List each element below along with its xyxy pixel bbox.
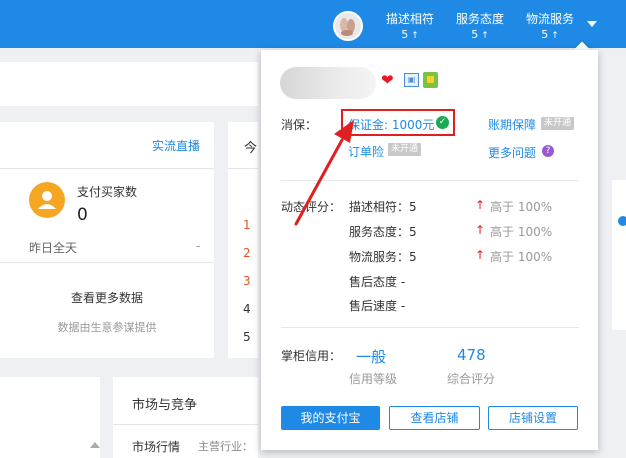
dynamic-rating-label: 动态评分： <box>281 200 342 214</box>
consumer-protection-label: 消保： <box>281 118 318 132</box>
divider <box>281 180 579 181</box>
buyer-user-icon <box>29 182 65 218</box>
dynamic-rating-service: 服务态度：5 <box>349 225 417 239</box>
rank-number: 3 <box>243 274 251 288</box>
left-bottom-card <box>0 377 100 458</box>
up-arrow-icon: ↑ <box>475 223 486 237</box>
divider <box>228 168 258 169</box>
blurred-shop-name <box>280 67 376 99</box>
rating-service[interactable]: 服务态度 5 ↑ <box>455 11 505 44</box>
market-title: 市场与竞争 <box>132 398 198 413</box>
divider <box>0 262 214 263</box>
not-opened-badge: 未开通 <box>541 117 575 130</box>
deposit-link[interactable]: 保证金: 1000元 <box>348 116 434 133</box>
view-more-data-link[interactable]: 查看更多数据 <box>0 289 214 306</box>
side-indicator-icon <box>618 216 626 226</box>
up-arrow-icon: ↑ <box>551 31 559 41</box>
after-sale-attitude: 售后态度 - <box>349 275 406 289</box>
dynamic-rating-logistics: 物流服务：5 <box>349 250 417 264</box>
divider <box>281 327 579 328</box>
divider <box>113 424 258 425</box>
rating-value: 5 <box>471 28 479 41</box>
my-alipay-button[interactable]: 我的支付宝 <box>281 406 380 430</box>
compare-text: 高于 100% <box>490 225 553 239</box>
divider <box>0 168 214 169</box>
compare-text: 高于 100% <box>490 200 553 214</box>
dynamic-rating-description: 描述相符：5 <box>349 200 417 214</box>
after-sale-speed: 售后速度 - <box>349 299 406 313</box>
not-opened-badge: 未开通 <box>388 143 422 156</box>
rank-number: 2 <box>243 246 251 260</box>
id-verified-icon: ▣ <box>404 73 419 87</box>
buyer-count-title: 支付买家数 <box>77 185 138 199</box>
overall-score-value[interactable]: 478 <box>457 346 486 364</box>
rating-value: 5 <box>541 28 549 41</box>
up-arrow-icon: ↑ <box>475 198 486 212</box>
market-trend-label: 市场行情 <box>132 440 181 454</box>
rating-label: 服务态度 <box>455 12 504 26</box>
credit-level-label: 信用等级 <box>349 372 398 386</box>
shop-avatar[interactable] <box>333 11 363 41</box>
account-guarantee-link[interactable]: 账期保障 <box>488 116 536 133</box>
live-link[interactable]: 实流直播 <box>152 137 200 154</box>
rating-logistics[interactable]: 物流服务 5 ↑ <box>525 11 575 44</box>
rank-number: 4 <box>243 302 251 316</box>
more-questions-link[interactable]: 更多问题 <box>488 144 536 161</box>
ranking-card <box>228 122 258 358</box>
credit-level-value[interactable]: 一般 <box>356 346 386 367</box>
search-strip <box>0 62 258 106</box>
view-shop-button[interactable]: 查看店铺 <box>389 406 480 430</box>
heart-icon: ❤ <box>381 71 394 89</box>
avatar-image-icon <box>340 18 355 36</box>
empty-value: - <box>196 239 201 253</box>
yesterday-label: 昨日全天 <box>29 241 78 255</box>
rating-value: 5 <box>401 28 409 41</box>
rank-number: 5 <box>243 330 251 344</box>
rank-number: 1 <box>243 218 251 232</box>
rating-description[interactable]: 描述相符 5 ↑ <box>385 11 435 44</box>
main-industry-label: 主营行业： <box>198 440 253 453</box>
data-source-note: 数据由生意参谋提供 <box>57 321 157 334</box>
scroll-up-icon[interactable] <box>90 442 100 448</box>
check-icon: ✓ <box>436 116 449 129</box>
today-heading: 今 <box>244 141 258 156</box>
right-side-card <box>612 180 626 330</box>
seller-credit-label: 掌柜信用： <box>281 349 342 363</box>
rating-label: 描述相符 <box>385 12 434 26</box>
dropdown-caret-icon[interactable] <box>587 21 597 27</box>
question-icon[interactable]: ? <box>542 145 554 157</box>
buyer-count-value: 0 <box>77 205 88 225</box>
shop-badge-icon <box>423 72 438 88</box>
top-bar: 描述相符 5 ↑ 服务态度 5 ↑ 物流服务 5 ↑ <box>0 0 626 48</box>
up-arrow-icon: ↑ <box>411 31 419 41</box>
up-arrow-icon: ↑ <box>475 248 486 262</box>
order-insurance-link[interactable]: 订单险 <box>348 143 384 160</box>
shop-settings-button[interactable]: 店铺设置 <box>488 406 578 430</box>
compare-text: 高于 100% <box>490 250 553 264</box>
overall-score-label: 综合评分 <box>447 372 496 386</box>
up-arrow-icon: ↑ <box>481 31 489 41</box>
rating-label: 物流服务 <box>525 12 574 26</box>
